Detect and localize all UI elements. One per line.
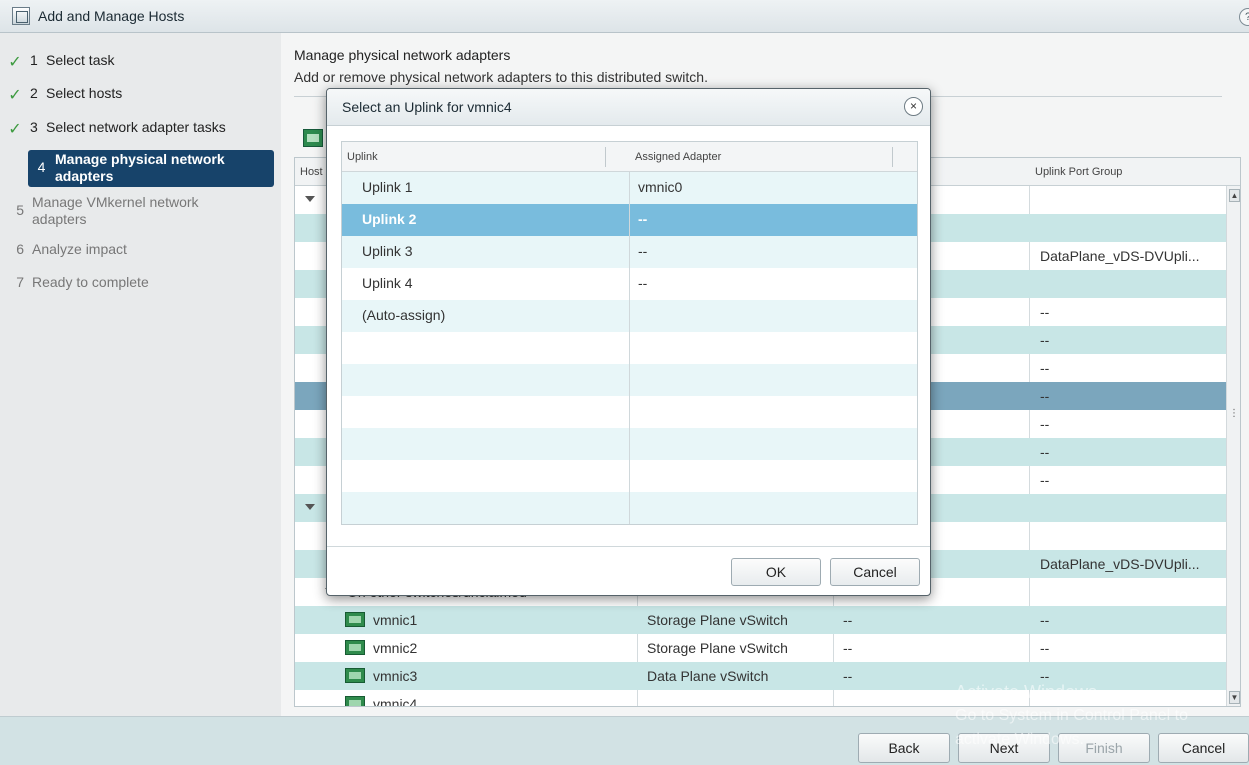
step-label: Select network adapter tasks xyxy=(46,119,226,135)
assigned-adapter: -- xyxy=(638,211,648,227)
step-label: Select task xyxy=(46,52,115,68)
column-header-uplink[interactable]: Uplink xyxy=(347,151,378,163)
adapter-name: vmnic2 xyxy=(373,640,418,656)
check-icon: ✓ xyxy=(8,54,22,71)
network-adapter-icon xyxy=(345,668,365,683)
step-number: 7 xyxy=(16,274,24,290)
column-resize-handle[interactable] xyxy=(892,147,893,167)
step-number: 1 xyxy=(30,52,38,68)
hosts-wizard-icon xyxy=(12,7,30,25)
step-ready-to-complete: 7 Ready to complete xyxy=(0,274,281,290)
uplink-table-header: Uplink Assigned Adapter xyxy=(342,142,917,172)
dialog-footer-divider xyxy=(327,546,930,547)
step-select-network-adapter-tasks[interactable]: ✓ 3 Select network adapter tasks xyxy=(0,119,281,139)
uplink-name: Uplink 1 xyxy=(362,179,413,195)
wizard-steps-nav: ✓ 1 Select task ✓ 2 Select hosts ✓ 3 Sel… xyxy=(0,33,281,716)
scroll-up-icon[interactable]: ▲ xyxy=(1229,189,1240,202)
uplink-name: Uplink 3 xyxy=(362,243,413,259)
network-adapter-icon xyxy=(345,612,365,627)
step-label: Manage physical network adapters xyxy=(55,151,225,185)
switch-cell: Storage Plane vSwitch xyxy=(647,640,788,656)
step-number: 5 xyxy=(16,202,24,218)
page-title: Manage physical network adapters xyxy=(294,47,511,63)
step-number: 6 xyxy=(16,241,24,257)
scroll-grip-icon[interactable]: ⋮⋮ xyxy=(1229,408,1240,419)
uplink-port-group-cell: -- xyxy=(1040,444,1050,460)
step-number: 4 xyxy=(37,159,46,175)
switch-cell: Data Plane vSwitch xyxy=(647,668,769,684)
step-label: Manage VMkernel network adapters xyxy=(32,194,199,227)
step-number: 2 xyxy=(30,85,38,101)
assigned-adapter: -- xyxy=(638,275,648,291)
step-label-line2: adapters xyxy=(55,168,114,184)
back-button[interactable]: Back xyxy=(858,733,950,763)
window-titlebar: Add and Manage Hosts ? xyxy=(0,0,1249,33)
uplink-port-group-cell: -- xyxy=(1040,640,1050,656)
uplink-name: (Auto-assign) xyxy=(362,307,446,323)
scroll-down-icon[interactable]: ▼ xyxy=(1229,691,1240,704)
step-label: Select hosts xyxy=(46,85,123,101)
uplink-name: Uplink 2 xyxy=(362,211,417,227)
column-resize-handle[interactable] xyxy=(605,147,606,167)
column-divider xyxy=(629,172,630,524)
select-uplink-dialog: Select an Uplink for vmnic4 × Uplink Ass… xyxy=(326,88,931,596)
column-header-assigned-adapter[interactable]: Assigned Adapter xyxy=(635,151,721,163)
step-select-task[interactable]: ✓ 1 Select task xyxy=(0,52,281,72)
check-icon: ✓ xyxy=(8,121,22,138)
uplink-name: Uplink 4 xyxy=(362,275,413,291)
uplink-port-group-cell: -- xyxy=(1040,472,1050,488)
column-header-host[interactable]: Host xyxy=(300,166,323,178)
uplink-port-group-cell: -- xyxy=(1040,612,1050,628)
adapter-name: vmnic3 xyxy=(373,668,418,684)
window-title: Add and Manage Hosts xyxy=(38,8,185,24)
uplink-port-group-cell: -- xyxy=(1040,360,1050,376)
step-number: 3 xyxy=(30,119,38,135)
activation-watermark: Activate Windows Go to System in Control… xyxy=(955,682,1188,748)
step-manage-physical-adapters[interactable]: 4 Manage physical network adapters xyxy=(28,150,274,187)
step-label-line1: Manage physical network xyxy=(55,151,225,167)
uplink-cell: -- xyxy=(843,612,853,628)
uplink-port-group-cell: -- xyxy=(1040,388,1050,404)
assign-uplink-icon[interactable] xyxy=(303,129,323,147)
expand-icon[interactable] xyxy=(305,504,315,510)
page-subtitle: Add or remove physical network adapters … xyxy=(294,69,708,85)
dialog-title: Select an Uplink for vmnic4 xyxy=(342,99,512,115)
uplink-port-group-cell: DataPlane_vDS-DVUpli... xyxy=(1040,248,1200,264)
adapter-name: vmnic1 xyxy=(373,612,418,628)
uplink-port-group-cell: -- xyxy=(1040,332,1050,348)
assigned-adapter: vmnic0 xyxy=(638,179,683,195)
step-label: Ready to complete xyxy=(32,274,149,290)
grid-scrollbar[interactable]: ▲ ⋮⋮ ▼ xyxy=(1226,186,1240,706)
table-row[interactable]: vmnic2 Storage Plane vSwitch -- -- xyxy=(295,634,1227,662)
expand-icon[interactable] xyxy=(305,196,315,202)
uplink-port-group-cell: -- xyxy=(1040,416,1050,432)
column-header-uplink-port-group[interactable]: Uplink Port Group xyxy=(1035,166,1122,178)
dialog-cancel-button[interactable]: Cancel xyxy=(830,558,920,586)
assigned-adapter: -- xyxy=(638,243,648,259)
uplink-cell: -- xyxy=(843,668,853,684)
uplink-cell: -- xyxy=(843,640,853,656)
switch-cell: Storage Plane vSwitch xyxy=(647,612,788,628)
uplink-port-group-cell: -- xyxy=(1040,304,1050,320)
step-select-hosts[interactable]: ✓ 2 Select hosts xyxy=(0,85,281,105)
table-row[interactable]: vmnic1 Storage Plane vSwitch -- -- xyxy=(295,606,1227,634)
step-label: Analyze impact xyxy=(32,241,127,257)
check-icon: ✓ xyxy=(8,87,22,104)
adapter-name: vmnic4 xyxy=(373,696,418,707)
help-icon[interactable]: ? xyxy=(1239,8,1249,26)
step-manage-vmkernel-adapters: 5 Manage VMkernel network adapters xyxy=(0,194,281,228)
dialog-header: Select an Uplink for vmnic4 × xyxy=(327,89,930,126)
network-adapter-icon xyxy=(345,696,365,706)
step-analyze-impact: 6 Analyze impact xyxy=(0,241,281,257)
close-icon[interactable]: × xyxy=(904,97,923,116)
uplink-table: Uplink Assigned Adapter Uplink 1 vmnic0 … xyxy=(341,141,918,525)
network-adapter-icon xyxy=(345,640,365,655)
uplink-port-group-cell: DataPlane_vDS-DVUpli... xyxy=(1040,556,1200,572)
ok-button[interactable]: OK xyxy=(731,558,821,586)
